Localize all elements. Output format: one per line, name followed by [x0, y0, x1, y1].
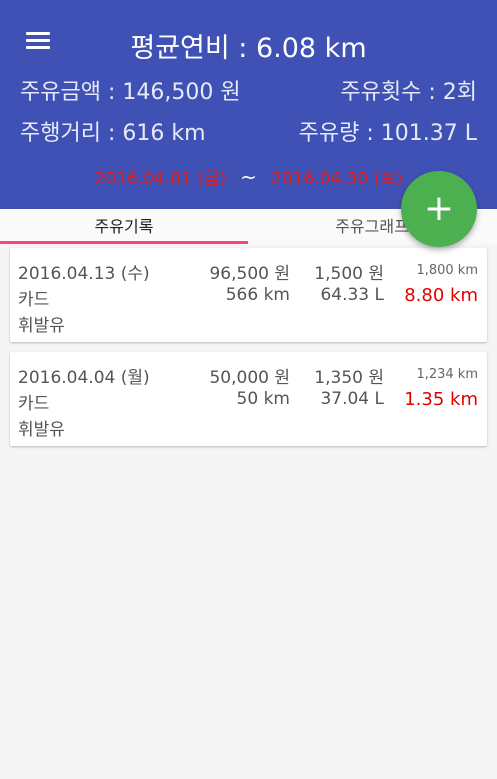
fuel-volume-summary: 주유량 : 101.37 L	[298, 121, 477, 146]
record-odometer: 1,234 km	[416, 367, 478, 382]
fuel-record-card[interactable]: 2016.04.04 (월) 50,000 원 1,350 원 1,234 km…	[10, 352, 487, 446]
record-payment: 카드	[18, 290, 50, 310]
distance-summary: 주행거리 : 616 km	[20, 121, 206, 146]
record-amount: 96,500 원	[209, 264, 290, 284]
date-separator: ~	[240, 165, 257, 189]
tab-fuel-records[interactable]: 주유기록	[0, 209, 248, 244]
start-date-button[interactable]: 2016.04.01 (금)	[94, 169, 226, 189]
active-tab-indicator	[0, 241, 248, 244]
record-payment: 카드	[18, 394, 50, 414]
fuel-count-summary: 주유횟수 : 2회	[340, 80, 477, 105]
record-efficiency: 8.80 km	[404, 285, 478, 306]
record-distance: 50 km	[236, 389, 290, 409]
record-fuel-type: 휘발유	[18, 316, 65, 336]
add-record-button[interactable]: +	[401, 171, 477, 247]
record-volume: 64.33 L	[320, 285, 384, 305]
record-unit-price: 1,350 원	[314, 368, 384, 388]
record-amount: 50,000 원	[209, 368, 290, 388]
record-odometer: 1,800 km	[416, 263, 478, 278]
record-efficiency: 1.35 km	[404, 389, 478, 410]
record-date: 2016.04.13 (수)	[18, 264, 150, 284]
record-distance: 566 km	[225, 285, 290, 305]
record-volume: 37.04 L	[320, 389, 384, 409]
page-title: 평균연비 : 6.08 km	[130, 33, 367, 64]
fuel-record-card[interactable]: 2016.04.13 (수) 96,500 원 1,500 원 1,800 km…	[10, 248, 487, 342]
fuel-amount-summary: 주유금액 : 146,500 원	[20, 80, 241, 105]
record-unit-price: 1,500 원	[314, 264, 384, 284]
record-date: 2016.04.04 (월)	[18, 368, 150, 388]
record-fuel-type: 휘발유	[18, 420, 65, 440]
end-date-button[interactable]: 2016.04.30 (토)	[271, 169, 403, 189]
